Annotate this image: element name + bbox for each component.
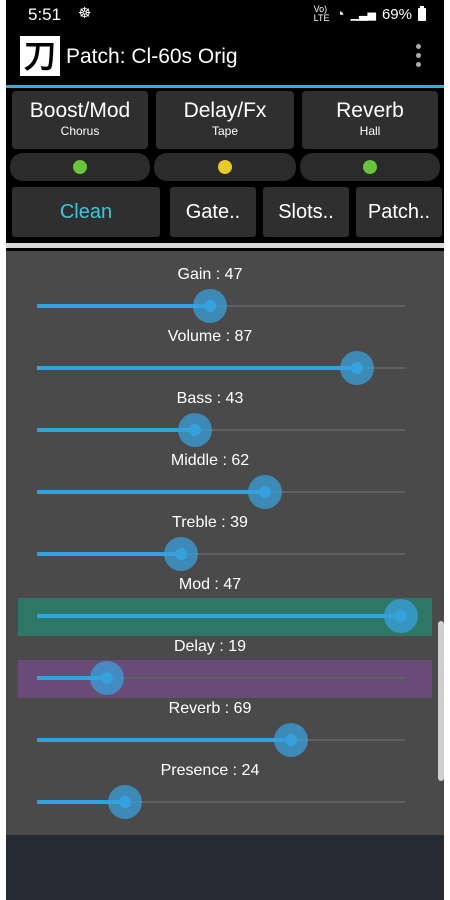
- slider-fill: [37, 552, 181, 556]
- slider-label: Volume : 87: [167, 328, 253, 345]
- slider-row: Treble : 39: [6, 514, 444, 576]
- status-led-icon: [73, 160, 87, 174]
- status-led-icon: [218, 160, 232, 174]
- app-bar-accent-line: [6, 85, 444, 88]
- reverb-led-toggle[interactable]: [300, 153, 440, 181]
- volte-label-bottom: LTE: [313, 13, 330, 23]
- bottom-bar: [6, 835, 444, 900]
- slider-thumb[interactable]: [248, 475, 282, 509]
- notification-icon: ☸: [78, 5, 92, 22]
- status-bar: 5:51 ☸ Vo) LTE ◔ ▁▃▅ 69%: [6, 0, 444, 30]
- slider-label: Middle : 62: [170, 452, 250, 469]
- slider-label: Delay : 19: [173, 638, 247, 655]
- slider-fill: [37, 428, 195, 432]
- section-divider: [6, 243, 444, 248]
- battery-percent: 69%: [381, 5, 412, 23]
- delay-fx-led-toggle[interactable]: [154, 153, 296, 181]
- slider-label: Reverb : 69: [168, 700, 252, 717]
- reverb-button[interactable]: Reverb Hall: [302, 91, 438, 149]
- slider-thumb[interactable]: [340, 351, 374, 385]
- slider-label: Gain : 47: [177, 266, 243, 283]
- boost-mod-led-toggle[interactable]: [10, 153, 150, 181]
- status-right: Vo) LTE ◔ ▁▃▅ 69%: [314, 5, 426, 23]
- effect-type: Chorus: [60, 124, 100, 138]
- app-bar: 刀 Patch: Cl-60s Orig: [6, 30, 444, 84]
- boost-mod-button[interactable]: Boost/Mod Chorus: [12, 91, 148, 149]
- slider-row: Volume : 87: [6, 328, 444, 390]
- effect-name: Delay/Fx: [183, 99, 267, 122]
- slider-thumb[interactable]: [164, 537, 198, 571]
- tab-clean[interactable]: Clean: [12, 187, 160, 237]
- slider-fill: [37, 614, 401, 618]
- battery-icon: [418, 5, 426, 21]
- effect-name: Boost/Mod: [29, 99, 131, 122]
- tab-gate[interactable]: Gate..: [170, 187, 256, 237]
- effect-name: Reverb: [336, 99, 404, 122]
- slider-label: Mod : 47: [178, 576, 242, 593]
- wifi-icon: ◔: [335, 5, 345, 23]
- effect-type: Tape: [211, 124, 239, 138]
- slider-fill: [37, 304, 210, 308]
- signal-icon: ▁▃▅: [350, 8, 376, 21]
- effects-row: Boost/Mod Chorus Delay/Fx Tape Reverb Ha…: [6, 91, 444, 151]
- slider-thumb[interactable]: [108, 785, 142, 819]
- slider-thumb[interactable]: [274, 723, 308, 757]
- status-time: 5:51: [28, 5, 62, 24]
- tab-patch[interactable]: Patch..: [356, 187, 442, 237]
- tab-slots[interactable]: Slots..: [263, 187, 349, 237]
- slider-row: Reverb : 69: [6, 700, 444, 762]
- volte-icon: Vo) LTE: [314, 5, 330, 23]
- slider-row: Bass : 43: [6, 390, 444, 452]
- effect-type: Hall: [359, 124, 381, 138]
- phone-screen: 5:51 ☸ Vo) LTE ◔ ▁▃▅ 69% 刀 Patch: Cl-60s…: [6, 0, 444, 900]
- slider-row: Mod : 47: [6, 576, 444, 638]
- slider-fill: [37, 490, 265, 494]
- slider-thumb[interactable]: [90, 661, 124, 695]
- slider-label: Bass : 43: [176, 390, 244, 407]
- slider-thumb[interactable]: [193, 289, 227, 323]
- slider-fill: [37, 366, 357, 370]
- slider-thumb[interactable]: [384, 599, 418, 633]
- slider-row: Delay : 19: [6, 638, 444, 700]
- slider-label: Treble : 39: [172, 514, 248, 531]
- slider-fill: [37, 738, 291, 742]
- slider-row: Gain : 47: [6, 266, 444, 328]
- page-title: Patch: Cl-60s Orig: [66, 45, 238, 68]
- app-logo: 刀: [20, 36, 60, 76]
- slider-label: Presence : 24: [160, 762, 260, 779]
- delay-fx-button[interactable]: Delay/Fx Tape: [156, 91, 294, 149]
- slider-thumb[interactable]: [178, 413, 212, 447]
- slider-row: Presence : 24: [6, 762, 444, 824]
- effect-leds-row: [6, 153, 444, 183]
- slider-row: Middle : 62: [6, 452, 444, 514]
- tab-bar: Clean Gate.. Slots.. Patch..: [6, 187, 444, 239]
- overflow-menu-icon[interactable]: [416, 44, 422, 70]
- status-led-icon: [363, 160, 377, 174]
- slider-panel: Gain : 47 Volume : 87 Bass : 43 Middle : 62…: [6, 251, 444, 835]
